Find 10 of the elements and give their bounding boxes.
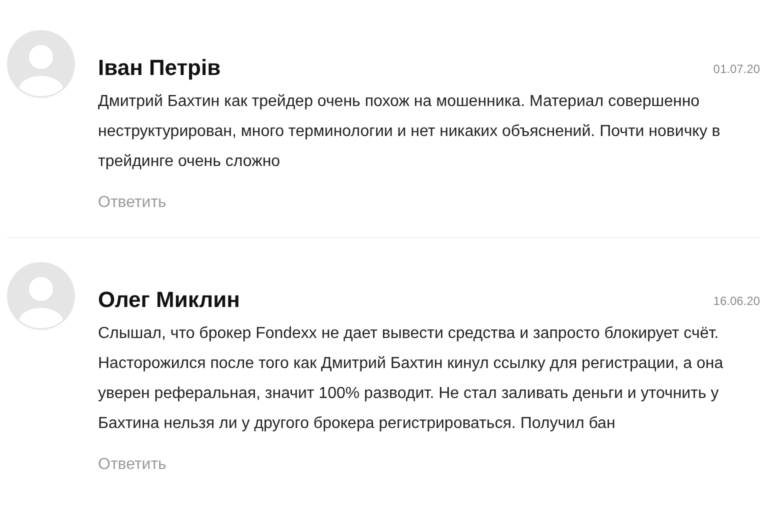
comment-date: 01.07.20 xyxy=(713,61,760,78)
comment-text: Слышал, что брокер Fondexx не дает вывести средства и запросто блокирует счёт. Насторожился после того как Дмитрий Бахтин кинул ссылку для регистрации, а она уверен реферальная, значит 100% разводит. Не стал заливать деньги и уточнить у Бахтина нельзя ли у другого брокера регистрироваться. Получил бан xyxy=(98,324,724,434)
avatar-icon xyxy=(7,262,75,330)
author-name: Іван Петрів xyxy=(98,55,221,81)
comment-date: 16.06.20 xyxy=(713,293,760,310)
reply-link[interactable]: Ответить xyxy=(98,191,166,215)
comment-text: Дмитрий Бахтин как трейдер очень похож на мошенника. Материал совершенно неструктурирован, много терминологии и нет никаких объяснений. Почти новичку в трейдинге очень сложно xyxy=(98,92,722,172)
author-name: Олег Миклин xyxy=(98,287,240,313)
reply-link[interactable]: Ответить xyxy=(98,453,166,477)
avatar-icon xyxy=(7,30,75,98)
